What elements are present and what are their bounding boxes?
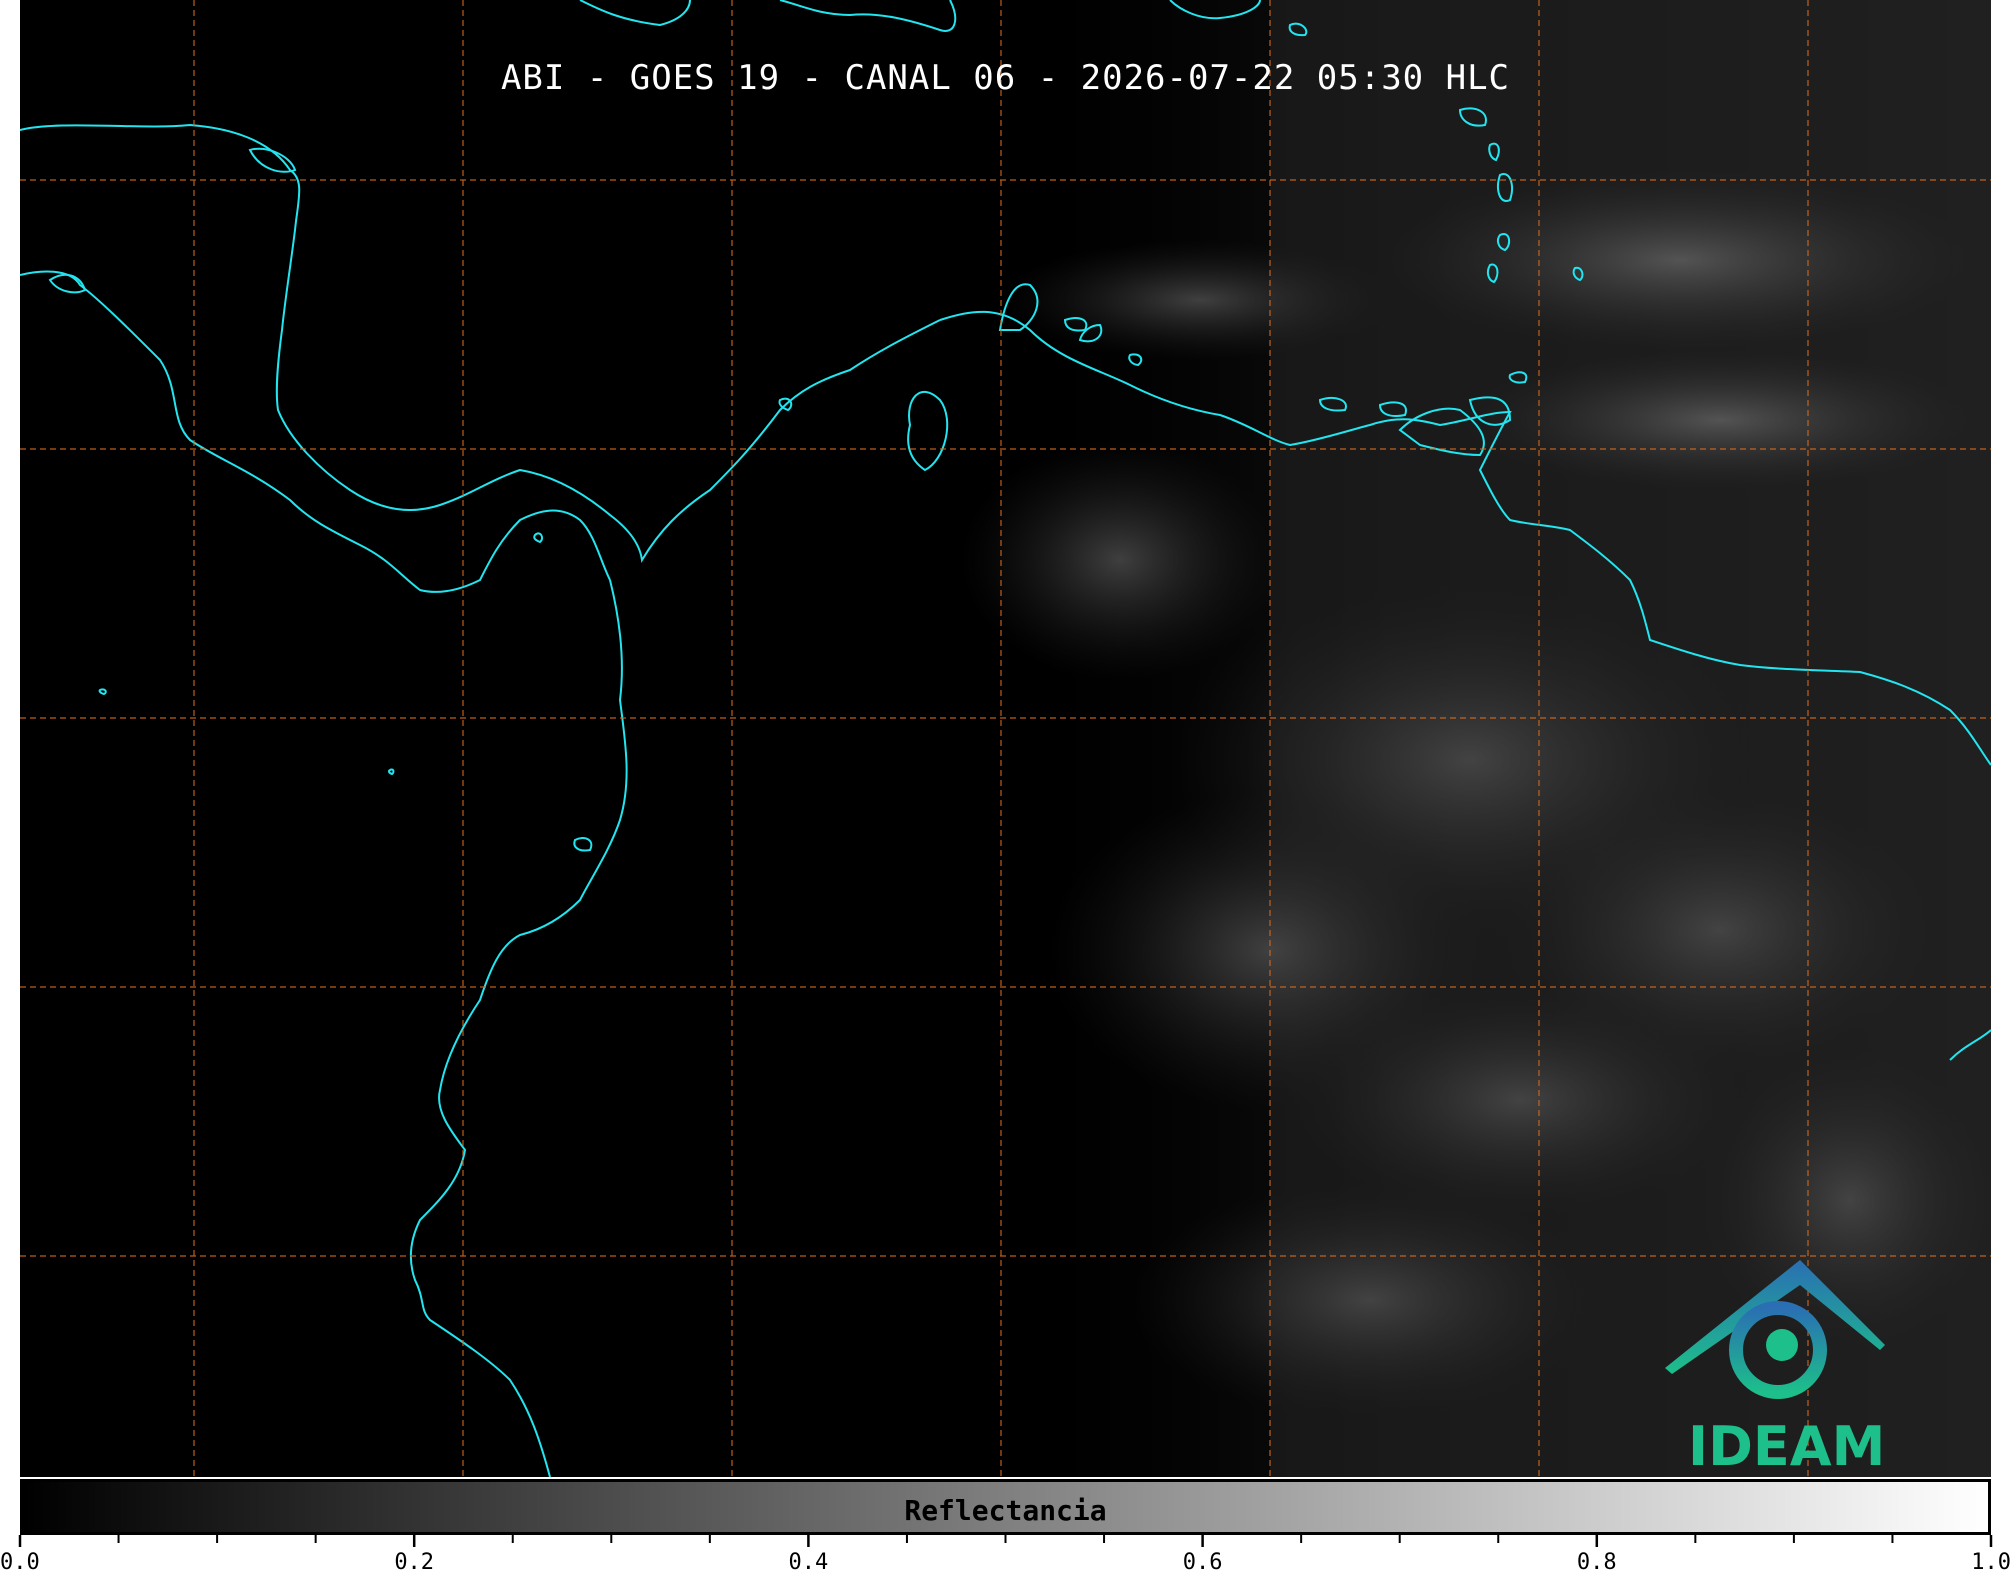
colorbar-tick-label: 0.8	[1577, 1550, 1617, 1575]
map-canvas	[20, 0, 1991, 1477]
logo-text: IDEAM	[1688, 1415, 1886, 1477]
map-title: ABI - GOES 19 - CANAL 06 - 2026-07-22 05…	[500, 58, 1511, 98]
colorbar-label: Reflectancia	[904, 1494, 1107, 1527]
colorbar-ticks: 0.0 0.2 0.4 0.6 0.8 1.0	[0, 1535, 2011, 1575]
colorbar-tick-label: 0.4	[789, 1550, 829, 1575]
colorbar-tick-label: 0.0	[0, 1550, 40, 1575]
satellite-image: ABI - GOES 19 - CANAL 06 - 2026-07-22 05…	[20, 0, 1991, 1477]
colorbar-tick-label: 0.2	[394, 1550, 434, 1575]
colorbar-tick-label: 0.6	[1183, 1550, 1223, 1575]
colorbar-tick-label: 1.0	[1971, 1550, 2011, 1575]
colorbar: Reflectancia	[20, 1479, 1991, 1535]
